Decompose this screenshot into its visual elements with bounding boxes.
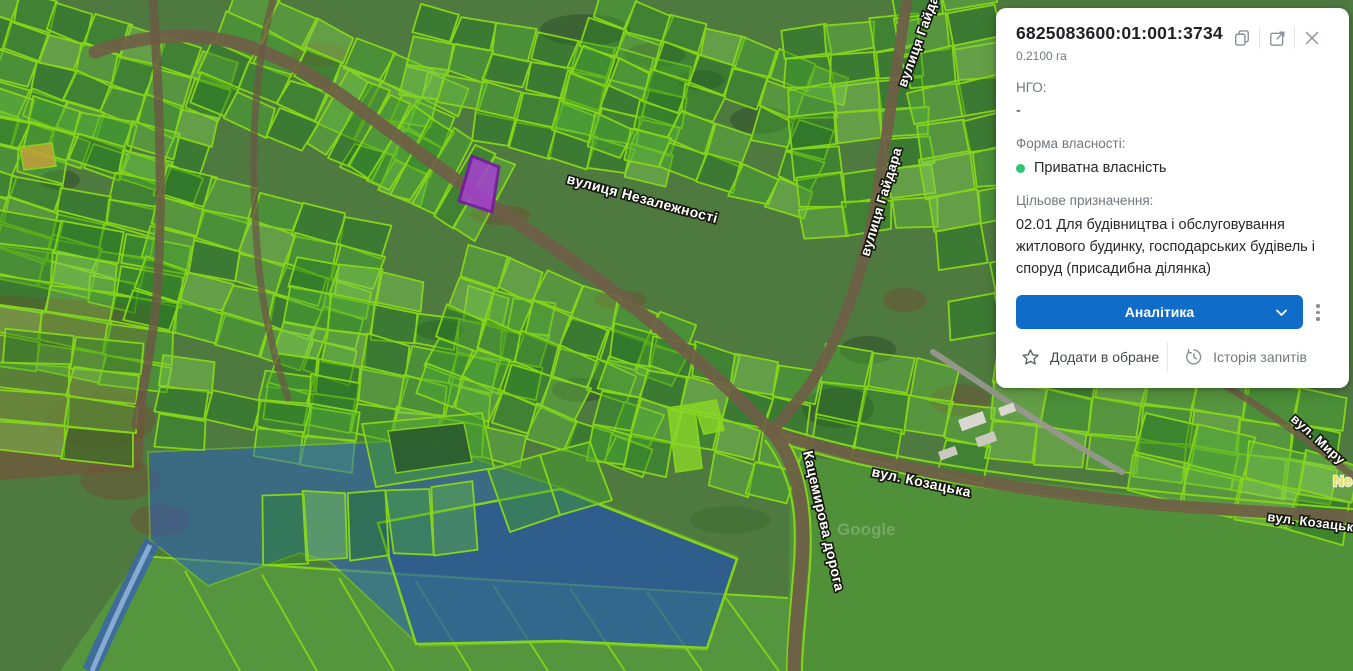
history-icon [1184,347,1204,367]
parcel[interactable] [799,206,849,239]
purpose-value: 02.01 Для будівництва і обслуговування ж… [1016,215,1329,280]
actions-row: Аналітика [1016,295,1329,329]
analytics-button-label: Аналітика [1125,304,1194,320]
parcel[interactable] [348,490,389,561]
divider [1167,342,1168,372]
history-button[interactable]: Історія запитів [1182,343,1309,371]
parcel[interactable] [835,110,882,143]
history-label: Історія запитів [1213,349,1307,365]
favorite-label: Додати в обране [1050,349,1159,365]
parcel[interactable] [936,223,988,270]
panel-header: 6825083600:01:001:3734 0.2100 га [1016,23,1329,63]
open-in-new-icon [1268,29,1287,48]
copy-icon [1232,28,1252,48]
parcel[interactable] [0,421,65,457]
parcel[interactable] [868,353,915,393]
ownership-label: Форма власності: [1016,136,1329,151]
parcel[interactable] [20,143,56,170]
imagery-watermark: Google [837,520,896,539]
parcel-area: 0.2100 га [1016,49,1223,63]
parcel[interactable] [385,489,433,555]
parcel[interactable] [3,329,74,368]
parcel-id: 6825083600:01:001:3734 [1016,23,1223,44]
close-icon [1302,28,1322,48]
panel-title-block: 6825083600:01:001:3734 0.2100 га [1016,23,1223,63]
parcel-info-panel: 6825083600:01:001:3734 0.2100 га [996,8,1349,388]
kebab-menu-icon [1316,304,1320,308]
close-button[interactable] [1295,25,1329,51]
ownership-status-dot [1016,164,1025,173]
parcel[interactable] [262,494,308,565]
parcel[interactable] [788,112,836,149]
terrain-patch [883,288,927,312]
chevron-down-icon [1273,304,1290,321]
parcel[interactable] [0,390,69,426]
purpose-label: Цільове призначення: [1016,193,1329,208]
place-label: Ne [1333,473,1352,490]
ngo-label: НГО: [1016,80,1329,95]
panel-footer: Додати в обране Історія запитів [1016,342,1329,372]
open-in-new-button[interactable] [1260,25,1294,51]
parcel[interactable] [303,491,348,561]
parcel[interactable] [154,414,205,451]
copy-button[interactable] [1225,25,1259,51]
panel-header-icons [1225,25,1329,51]
star-icon [1020,347,1041,368]
kebab-menu-button[interactable] [1312,299,1324,326]
parcel[interactable] [834,78,882,113]
parcel[interactable] [431,481,477,555]
ownership-row: Приватна власність [1016,160,1329,176]
app-window: вулиця Незалежностівулиця Гайдаравулиця … [0,0,1353,671]
ngo-value: - [1016,103,1329,119]
ownership-value: Приватна власність [1034,160,1166,176]
parcel[interactable] [796,172,846,207]
analytics-button[interactable]: Аналітика [1016,295,1303,329]
add-favorite-button[interactable]: Додати в обране [1018,343,1161,372]
terrain-patch [690,506,770,534]
